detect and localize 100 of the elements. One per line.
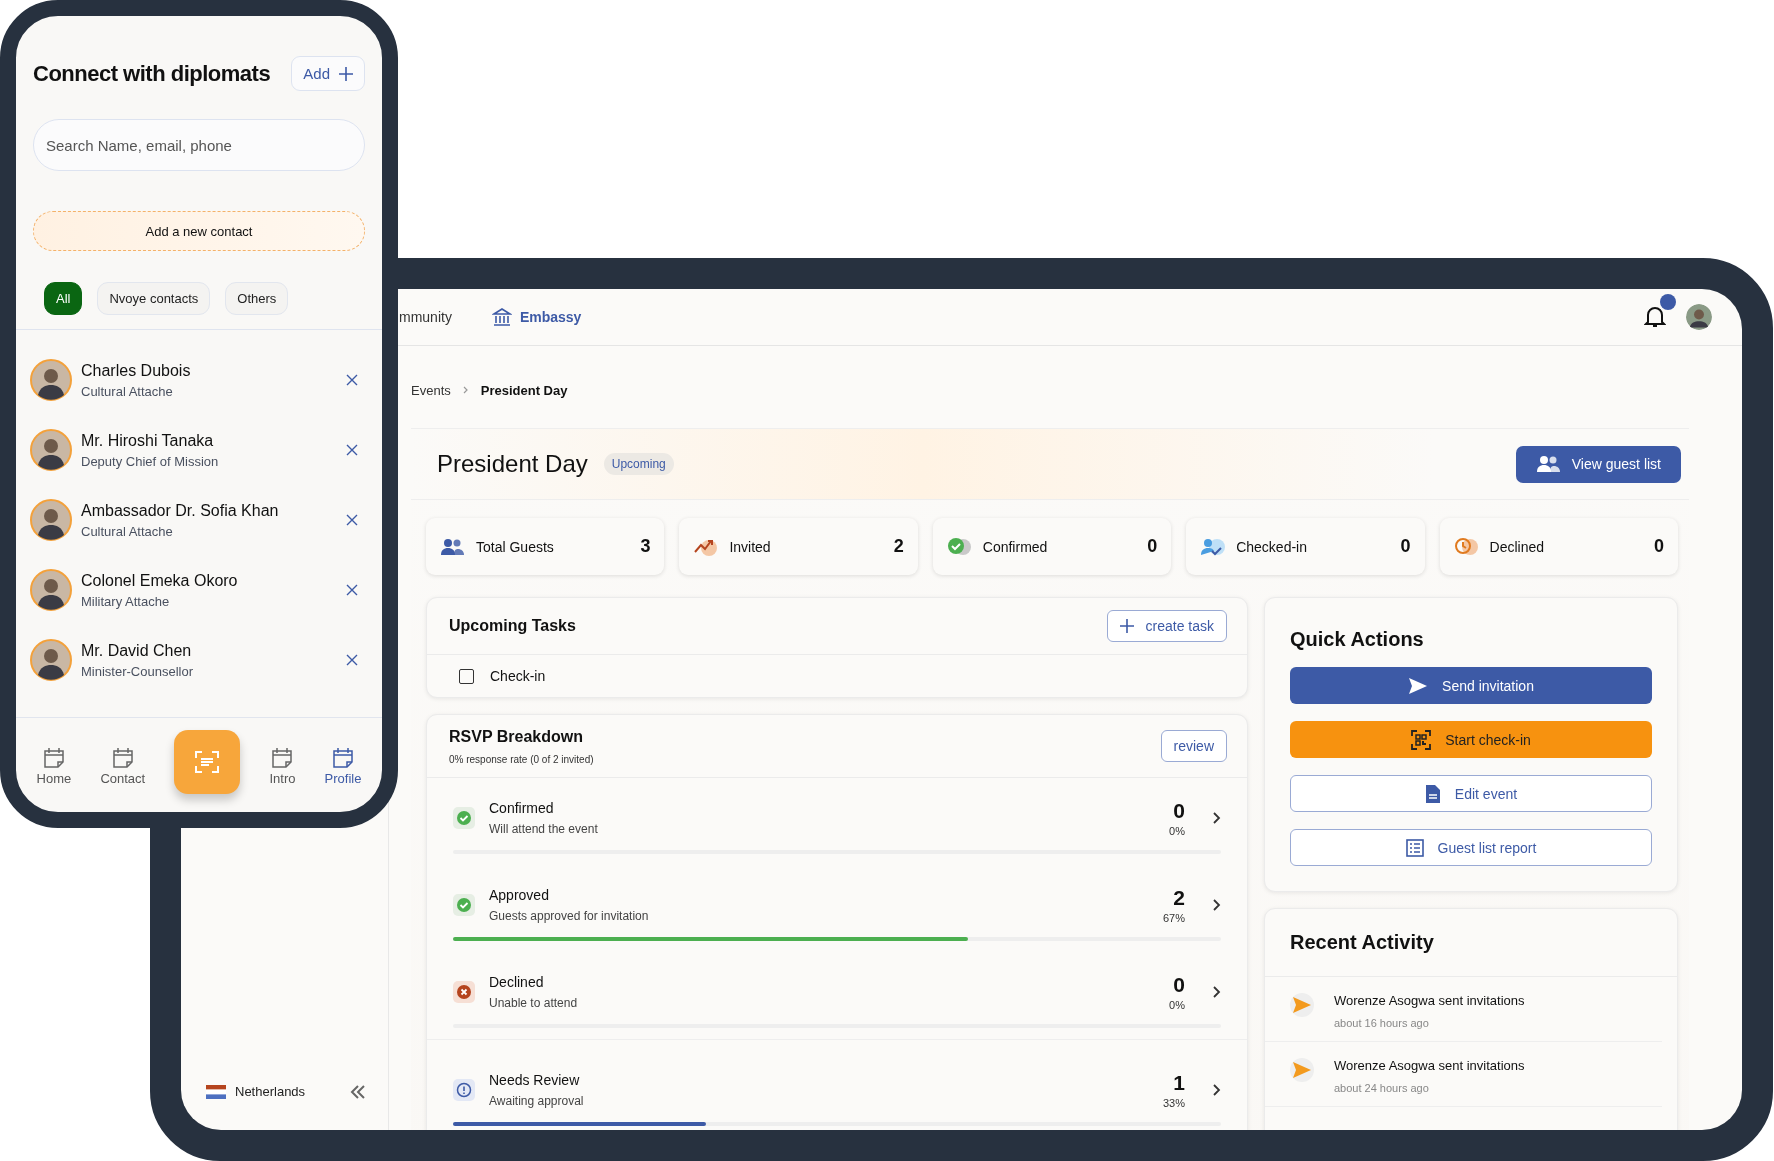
send-icon	[1408, 676, 1429, 695]
add-contact-button[interactable]: Add a new contact	[33, 211, 365, 251]
clock-icon	[1453, 536, 1480, 557]
checkbox[interactable]	[459, 668, 474, 684]
plus-icon	[1119, 619, 1134, 633]
contact-role: Deputy Chief of Mission	[81, 453, 220, 469]
contact-role: Cultural Attache	[81, 523, 174, 539]
chevron-icon[interactable]	[1213, 899, 1221, 911]
list-icon	[1405, 838, 1424, 857]
nav-tab[interactable]: mmunity	[399, 309, 452, 325]
collapse-icon[interactable]	[350, 1084, 366, 1099]
view-guest-list-button[interactable]: View guest list	[1515, 445, 1681, 483]
calendar-icon	[332, 746, 354, 769]
nav-tab[interactable]: Embassy	[491, 307, 582, 327]
people-icon	[1535, 454, 1562, 474]
nav-tab[interactable]: Contact	[100, 746, 146, 786]
add-button[interactable]: Add	[291, 56, 365, 91]
nav-tab[interactable]: Profile	[324, 746, 362, 786]
avatar-icon	[30, 429, 72, 471]
status-label: Approved	[489, 887, 550, 903]
remove-icon[interactable]	[344, 652, 360, 668]
avatar-icon	[30, 639, 72, 681]
status-percent: 0%	[1169, 825, 1185, 837]
status-count: 1	[1173, 1071, 1185, 1095]
status-percent: 0%	[1169, 999, 1185, 1011]
activity-text: Worenze Asogwa sent invitations	[1334, 993, 1525, 1008]
check-in-button[interactable]: Start check-in	[1290, 721, 1652, 758]
remove-icon[interactable]	[344, 442, 360, 458]
stat-value: 0	[1400, 536, 1411, 557]
calendar-icon	[111, 746, 134, 769]
document-icon	[1424, 783, 1441, 804]
remove-icon[interactable]	[344, 582, 360, 598]
edit-event-button[interactable]: Edit event	[1290, 775, 1652, 812]
breadcrumb-current: President Day	[480, 382, 568, 398]
chevron-icon[interactable]	[1213, 812, 1221, 824]
status-count: 2	[1173, 886, 1185, 910]
status-icon	[453, 1079, 475, 1101]
card-title: Recent Activity	[1290, 931, 1434, 954]
status-description: Will attend the event	[489, 822, 599, 836]
filter-chip[interactable]: Others	[225, 282, 289, 315]
activity-time: about 24 hours ago	[1334, 1082, 1430, 1094]
send-icon	[1290, 1058, 1314, 1082]
filter-chip[interactable]: Nvoye contacts	[97, 282, 211, 315]
contact-name: Mr. David Chen	[81, 641, 193, 660]
chevron-icon[interactable]	[1213, 1084, 1221, 1096]
report-button[interactable]: Guest list report	[1290, 829, 1652, 866]
stat-value: 2	[893, 536, 904, 557]
page-title: Connect with diplomats	[33, 60, 271, 87]
status-description: Guests approved for invitation	[489, 909, 650, 923]
nav-tab[interactable]: Home	[36, 746, 72, 786]
status-badge: Upcoming	[603, 453, 674, 475]
calendar-icon	[271, 746, 294, 769]
contact-name: Mr. Hiroshi Tanaka	[81, 431, 215, 450]
status-label: Needs Review	[489, 1072, 581, 1088]
filter-chip[interactable]: All	[44, 282, 83, 315]
people-icon	[440, 536, 466, 557]
avatar-icon[interactable]	[1686, 304, 1712, 330]
contact-role: Military Attache	[81, 593, 171, 609]
search-field[interactable]: Search Name, email, phone	[33, 119, 365, 171]
remove-icon[interactable]	[344, 372, 360, 388]
status-percent: 33%	[1162, 1097, 1185, 1109]
scan-icon	[194, 750, 221, 774]
contact-name: Charles Dubois	[81, 361, 192, 380]
person-check-icon	[1200, 536, 1227, 557]
contact-role: Cultural Attache	[81, 383, 174, 399]
status-count: 0	[1173, 799, 1185, 823]
card-title: RSVP Breakdown	[449, 727, 584, 746]
status-icon	[453, 981, 475, 1003]
avatar-icon	[30, 499, 72, 541]
country-label: Netherlands	[235, 1084, 307, 1099]
status-description: Awaiting approval	[489, 1094, 585, 1108]
status-count: 0	[1173, 973, 1185, 997]
avatar-icon	[30, 569, 72, 611]
avatar-icon	[30, 359, 72, 401]
stat-label: Confirmed	[982, 538, 1049, 555]
status-row[interactable]: Declined Unable to attend 0 0%	[427, 952, 1247, 1039]
response-rate: 0% response rate (0 of 2 invited)	[449, 753, 594, 765]
check-icon	[946, 536, 973, 557]
status-label: Confirmed	[489, 800, 555, 816]
status-row[interactable]: Confirmed Will attend the event 0 0%	[427, 778, 1247, 865]
contact-name: Colonel Emeka Okoro	[81, 571, 239, 590]
flag-icon	[206, 1084, 226, 1099]
stat-label: Checked-in	[1236, 538, 1308, 555]
activity-text: Worenze Asogwa sent invitations	[1334, 1058, 1525, 1073]
status-icon	[453, 894, 475, 916]
create-task-button[interactable]: create task	[1106, 610, 1227, 642]
send-invitation-button[interactable]: Send invitation	[1290, 667, 1652, 704]
stat-label: Invited	[729, 538, 772, 555]
card-title: Quick Actions	[1290, 628, 1425, 651]
activity-time: about 16 hours ago	[1334, 1017, 1430, 1029]
review-button[interactable]: review	[1160, 730, 1227, 762]
nav-tab[interactable]: Intro	[269, 746, 296, 786]
plus-icon	[339, 66, 353, 81]
contact-name: Ambassador Dr. Sofia Khan	[81, 501, 280, 520]
card-title: Upcoming Tasks	[449, 617, 576, 635]
breadcrumb-link[interactable]: Events	[411, 382, 451, 398]
chevron-icon[interactable]	[1213, 986, 1221, 998]
remove-icon[interactable]	[344, 512, 360, 528]
bank-icon	[491, 307, 512, 327]
notification-icon[interactable]	[1644, 305, 1666, 329]
